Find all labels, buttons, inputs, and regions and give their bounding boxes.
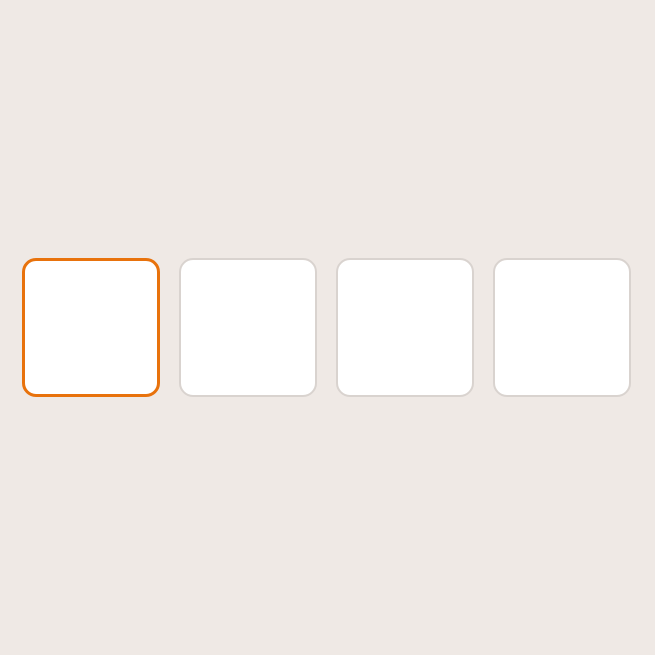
code-digit-1-input[interactable] <box>22 258 160 397</box>
code-digit-2-input[interactable] <box>179 258 317 397</box>
verification-code-input-group <box>22 258 633 397</box>
code-digit-3-input[interactable] <box>336 258 474 397</box>
code-digit-4-input[interactable] <box>493 258 631 397</box>
